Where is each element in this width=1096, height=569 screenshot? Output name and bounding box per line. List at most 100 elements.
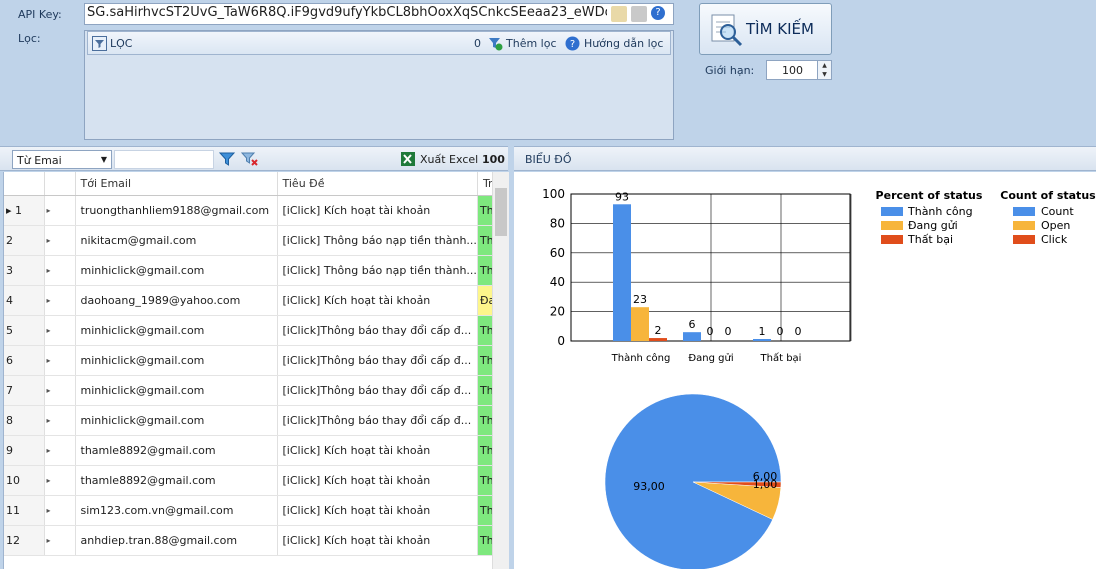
row-number[interactable]: 4 [4,285,45,316]
add-filter-icon[interactable] [488,36,503,51]
x-tick-label: Thành công [611,352,671,364]
row-number[interactable]: 10 [4,465,45,496]
cell-subject[interactable]: [iClick] Kích hoạt tài khoản [277,465,478,496]
clear-filter-icon[interactable] [241,151,259,167]
row-expander[interactable]: ▸ [44,195,76,226]
funnel-icon[interactable] [219,151,235,167]
row-expander[interactable]: ▸ [44,495,76,526]
pie-data-label: 1,00 [753,478,778,491]
cell-subject[interactable]: [iClick] Kích hoạt tài khoản [277,285,478,316]
edit-icon[interactable] [611,6,627,22]
row-expander[interactable]: ▸ [44,345,76,376]
scrollbar-thumb[interactable] [495,188,507,236]
cell-email[interactable]: daohoang_1989@yahoo.com [75,285,278,316]
table-row[interactable]: 5 ▸ minhiclick@gmail.com [iClick]Thông báo … [4,315,497,346]
bar-legend-title: Count of status [1000,189,1096,202]
cell-subject[interactable]: [iClick]Thông báo thay đổi cấp đ... [277,375,478,406]
add-filter-button[interactable]: Thêm lọc [506,37,557,50]
limit-label: Giới hạn: [705,64,755,77]
filter-label: Lọc: [18,32,41,45]
cell-subject[interactable]: [iClick] Kích hoạt tài khoản [277,525,478,556]
chart-panel-header: BIỂU ĐỒ [514,146,1096,171]
row-expander[interactable]: ▸ [44,225,76,256]
limit-input[interactable]: 100 ▲ ▼ [766,60,832,80]
help-circle-icon[interactable]: ? [565,36,580,51]
x-tick-label: Đang gửi [688,352,733,364]
column-header[interactable] [4,172,45,196]
row-expander[interactable]: ▸ [44,285,76,316]
cell-email[interactable]: minhiclick@gmail.com [75,345,278,376]
cell-email[interactable]: truongthanhliem9188@gmail.com [75,195,278,226]
cell-email[interactable]: thamle8892@gmail.com [75,465,278,496]
row-expander[interactable]: ▸ [44,375,76,406]
row-number[interactable]: ▸ 1 [4,195,45,226]
search-button[interactable]: TÌM KIẾM [699,3,832,55]
row-number[interactable]: 2 [4,225,45,256]
filter-title: LỌC [110,37,133,50]
filter-panel: LỌC 0 Thêm lọc ? Hướng dẫn lọc [84,30,674,140]
row-number[interactable]: 3 [4,255,45,286]
cell-email[interactable]: minhiclick@gmail.com [75,375,278,406]
bar-data-label: 6 [689,318,696,331]
table-row[interactable]: 11 ▸ sim123.com.vn@gmail.com [iClick] Kích … [4,495,497,526]
spin-down-button[interactable]: ▼ [817,70,831,79]
cell-email[interactable]: anhdiep.tran.88@gmail.com [75,525,278,556]
row-number[interactable]: 5 [4,315,45,346]
row-expander[interactable]: ▸ [44,255,76,286]
table-row[interactable]: 12 ▸ anhdiep.tran.88@gmail.com [iClick] Kíc… [4,525,497,556]
cell-subject[interactable]: [iClick]Thông báo thay đổi cấp đ... [277,345,478,376]
cell-subject[interactable]: [iClick] Thông báo nạp tiền thành... [277,255,478,286]
row-number[interactable]: 6 [4,345,45,376]
table-row[interactable]: 2 ▸ nikitacm@gmail.com [iClick] Thông báo n… [4,225,497,256]
from-email-combo[interactable]: Từ Emai ▼ [12,150,112,169]
bar-data-label: 0 [795,325,802,338]
cell-subject[interactable]: [iClick] Kích hoạt tài khoản [277,195,478,226]
cell-email[interactable]: sim123.com.vn@gmail.com [75,495,278,526]
chart-panel-title: BIỂU ĐỒ [525,153,572,166]
table-row[interactable]: 9 ▸ thamle8892@gmail.com [iClick] Kích hoạt… [4,435,497,466]
column-header[interactable]: Tiêu Đề [277,172,478,196]
help-icon[interactable]: ? [651,6,665,20]
row-expander[interactable]: ▸ [44,465,76,496]
row-number[interactable]: 8 [4,405,45,436]
row-number[interactable]: 9 [4,435,45,466]
column-header[interactable]: Tới Email [75,172,278,196]
export-excel-button[interactable]: Xuất Excel [420,153,478,166]
cell-email[interactable]: nikitacm@gmail.com [75,225,278,256]
cell-email[interactable]: minhiclick@gmail.com [75,255,278,286]
row-number[interactable]: 12 [4,525,45,556]
column-header[interactable] [44,172,76,196]
cell-subject[interactable]: [iClick]Thông báo thay đổi cấp đ... [277,405,478,436]
vertical-scrollbar[interactable] [492,172,509,569]
table-row[interactable]: 6 ▸ minhiclick@gmail.com [iClick]Thông báo … [4,345,497,376]
cell-subject[interactable]: [iClick] Thông báo nạp tiền thành... [277,225,478,256]
row-expander[interactable]: ▸ [44,435,76,466]
table-row[interactable]: 7 ▸ minhiclick@gmail.com [iClick]Thông báo … [4,375,497,406]
cell-email[interactable]: thamle8892@gmail.com [75,435,278,466]
cell-subject[interactable]: [iClick]Thông báo thay đổi cấp đ... [277,315,478,346]
api-key-input[interactable]: SG.saHirhvcST2UvG_TaW6R8Q.iF9gvd9ufyYkbC… [84,3,674,25]
copy-icon[interactable] [631,6,647,22]
filter-help-button[interactable]: Hướng dẫn lọc [584,37,663,50]
table-row[interactable]: ▸ 1 ▸ truongthanhliem9188@gmail.com [iClick… [4,195,497,226]
row-expander[interactable]: ▸ [44,405,76,436]
from-email-search-input[interactable] [114,150,214,169]
pie-data-label: 93,00 [633,480,665,493]
chevron-down-icon[interactable]: ▼ [97,151,111,168]
table-row[interactable]: 4 ▸ daohoang_1989@yahoo.com [iClick] Kích h… [4,285,497,316]
filter-icon [92,36,107,51]
row-number[interactable]: 7 [4,375,45,406]
row-number[interactable]: 11 [4,495,45,526]
cell-email[interactable]: minhiclick@gmail.com [75,405,278,436]
cell-email[interactable]: minhiclick@gmail.com [75,315,278,346]
row-expander[interactable]: ▸ [44,525,76,556]
cell-subject[interactable]: [iClick] Kích hoạt tài khoản [277,435,478,466]
bar [649,338,667,341]
row-expander[interactable]: ▸ [44,315,76,346]
table-row[interactable]: 8 ▸ minhiclick@gmail.com [iClick]Thông báo … [4,405,497,436]
table-row[interactable]: 10 ▸ thamle8892@gmail.com [iClick] Kích hoạ… [4,465,497,496]
cell-subject[interactable]: [iClick] Kích hoạt tài khoản [277,495,478,526]
spin-up-button[interactable]: ▲ [817,61,831,70]
excel-icon [401,152,415,166]
table-row[interactable]: 3 ▸ minhiclick@gmail.com [iClick] Thông báo… [4,255,497,286]
